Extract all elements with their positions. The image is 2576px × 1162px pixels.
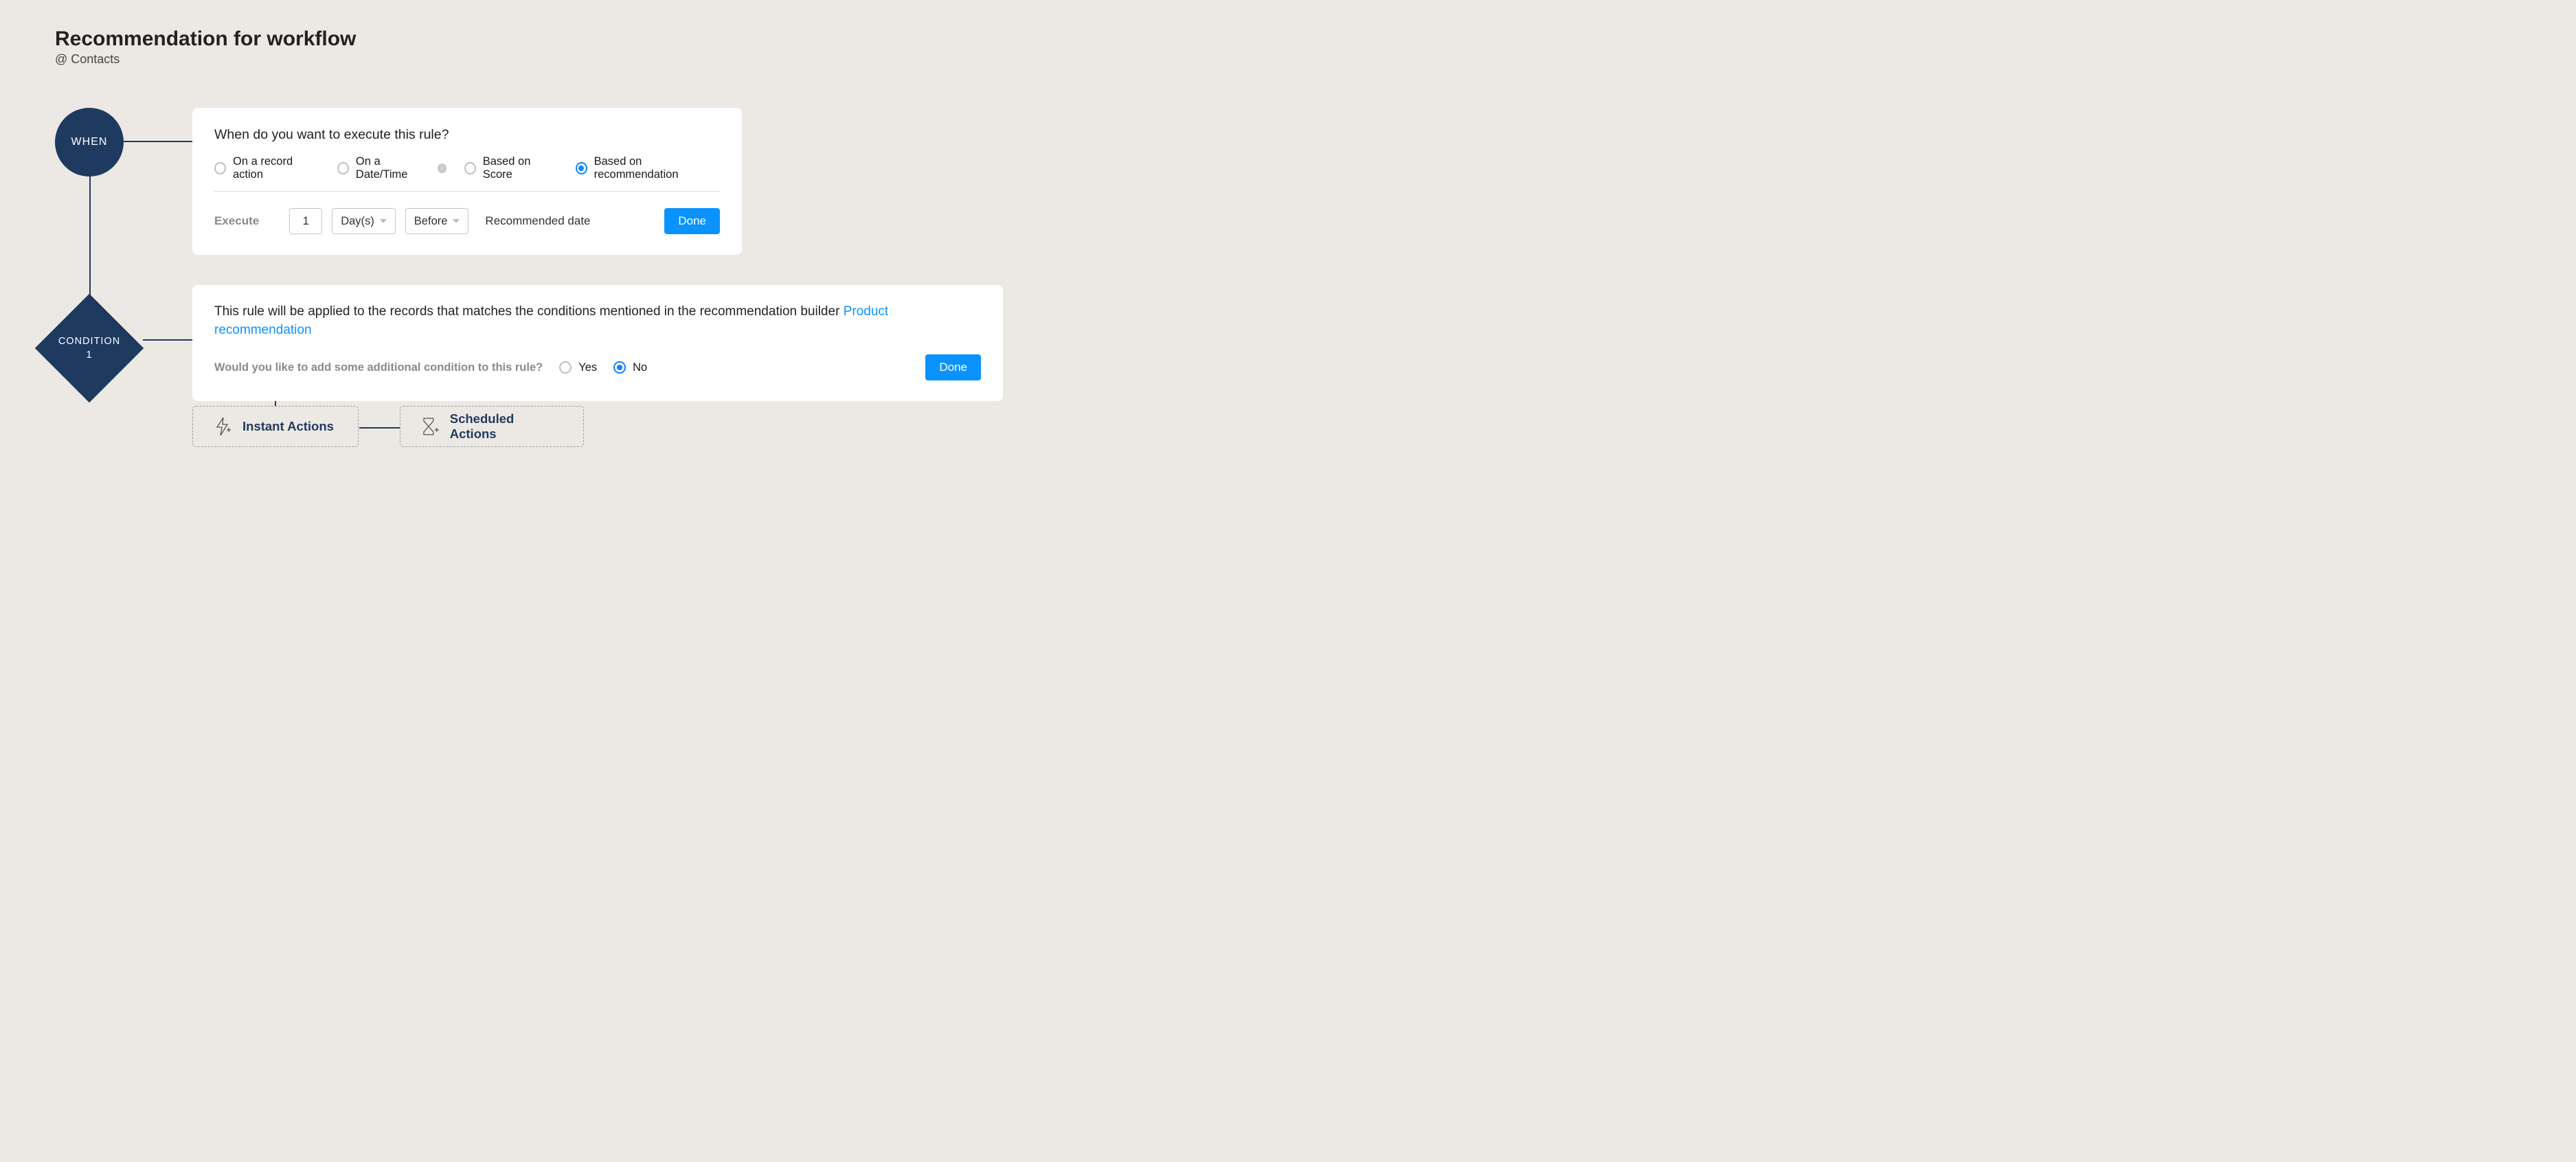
connector-when-to-card — [124, 141, 192, 142]
when-node: WHEN — [55, 108, 124, 176]
condition-description: This rule will be applied to the records… — [214, 303, 981, 339]
execute-label: Execute — [214, 214, 259, 228]
radio-icon — [576, 162, 587, 174]
radio-label: On a record action — [233, 155, 319, 181]
condition-text: This rule will be applied to the records… — [214, 304, 844, 319]
condition-node: CONDITION 1 — [34, 293, 144, 403]
radio-yes[interactable]: Yes — [559, 361, 597, 374]
when-radio-group: On a record action On a Date/Time i Base… — [214, 155, 720, 192]
condition-card: This rule will be applied to the records… — [192, 285, 1003, 401]
execute-reference-label: Recommended date — [485, 214, 590, 228]
condition-extra-row: Would you like to add some additional co… — [214, 354, 981, 380]
radio-no[interactable]: No — [613, 361, 647, 374]
chevron-down-icon — [453, 219, 460, 223]
radio-label: Based on recommendation — [594, 155, 720, 181]
radio-icon — [337, 162, 349, 174]
action-label: Scheduled Actions — [450, 411, 563, 442]
select-value: Day(s) — [341, 215, 374, 228]
condition-done-button[interactable]: Done — [925, 354, 981, 380]
scheduled-actions-button[interactable]: Scheduled Actions — [400, 406, 584, 447]
radio-recommendation[interactable]: Based on recommendation — [576, 155, 720, 181]
execute-unit-select[interactable]: Day(s) — [332, 208, 396, 234]
page-subtitle: @ Contacts — [55, 52, 1073, 67]
condition-extra-question: Would you like to add some additional co… — [214, 361, 543, 374]
condition-node-label: CONDITION 1 — [58, 334, 120, 363]
execute-relation-select[interactable]: Before — [405, 208, 469, 234]
hourglass-icon — [421, 416, 439, 437]
radio-icon — [464, 162, 476, 174]
action-label: Instant Actions — [242, 419, 334, 434]
execute-number-input[interactable] — [289, 208, 322, 234]
radio-label: Yes — [578, 361, 597, 374]
workflow-canvas: WHEN When do you want to execute this ru… — [55, 108, 1073, 492]
radio-label: No — [633, 361, 647, 374]
when-done-button[interactable]: Done — [664, 208, 720, 234]
radio-score[interactable]: Based on Score — [464, 155, 558, 181]
lightning-icon — [214, 416, 231, 437]
radio-icon — [559, 361, 572, 374]
page-title: Recommendation for workflow — [55, 27, 1073, 51]
when-question: When do you want to execute this rule? — [214, 127, 720, 143]
radio-label: On a Date/Time — [356, 155, 429, 181]
connector-instant-to-scheduled — [359, 427, 400, 429]
when-node-label: WHEN — [71, 136, 108, 148]
radio-label: Based on Score — [483, 155, 558, 181]
page-header: Recommendation for workflow @ Contacts — [55, 27, 1073, 67]
radio-icon — [613, 361, 626, 374]
execute-row: Execute Day(s) Before Recommended date D… — [214, 208, 720, 234]
instant-actions-button[interactable]: Instant Actions — [192, 406, 359, 447]
chevron-down-icon — [380, 219, 387, 223]
info-icon[interactable]: i — [438, 163, 447, 173]
connector-condition-to-card — [143, 339, 192, 341]
select-value: Before — [414, 215, 448, 228]
when-card: When do you want to execute this rule? O… — [192, 108, 742, 255]
radio-date-time[interactable]: On a Date/Time i — [337, 155, 447, 181]
radio-icon — [214, 162, 226, 174]
radio-record-action[interactable]: On a record action — [214, 155, 319, 181]
